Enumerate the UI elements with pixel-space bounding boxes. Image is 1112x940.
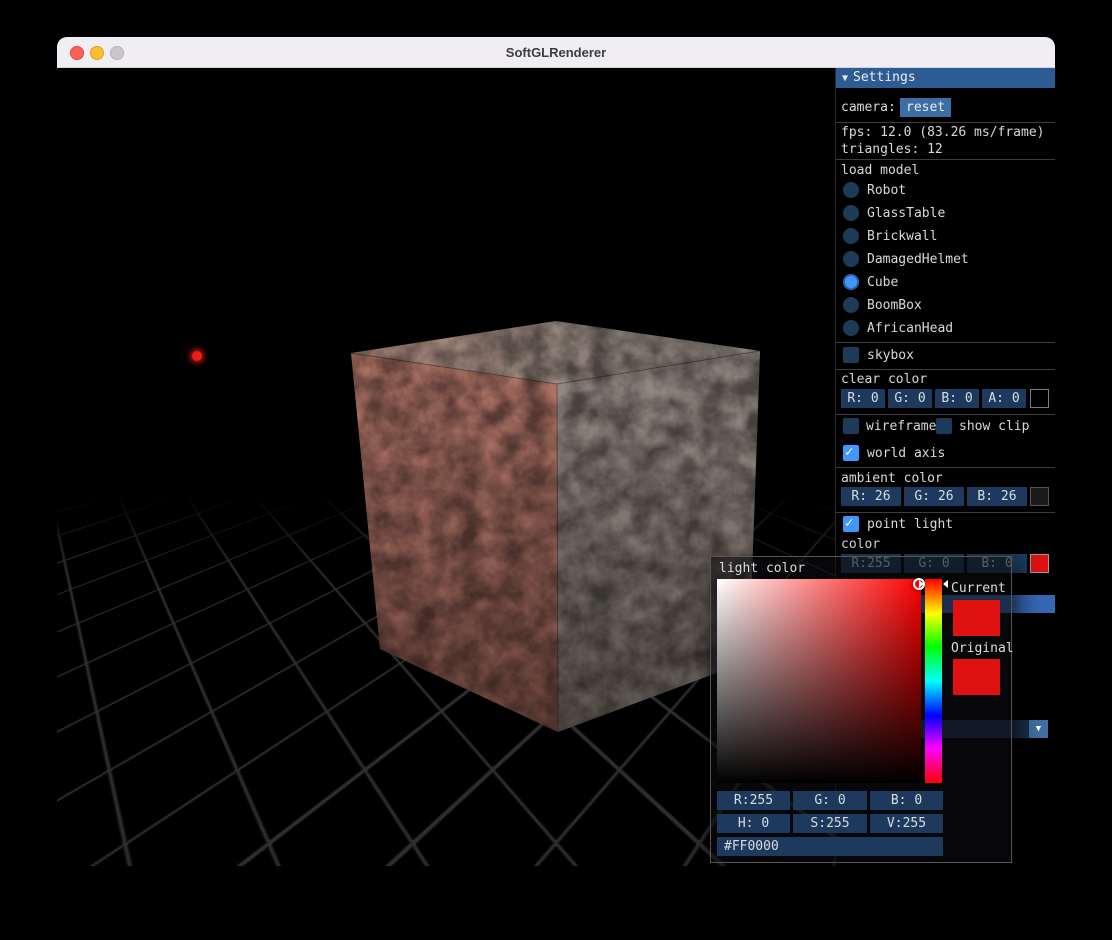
model-label: Robot [867, 182, 907, 198]
camera-reset-button[interactable]: reset [900, 98, 952, 117]
hue-marker-left-icon [919, 580, 924, 588]
separator [836, 512, 1055, 513]
current-color-swatch [953, 600, 1000, 636]
model-option-robot[interactable]: Robot [836, 182, 1055, 198]
separator [836, 467, 1055, 468]
radio-icon[interactable] [843, 320, 859, 336]
separator [836, 342, 1055, 343]
checkbox-icon[interactable] [843, 515, 859, 532]
combo-arrow-icon[interactable]: ▼ [1029, 720, 1048, 738]
radio-icon[interactable] [843, 228, 859, 244]
model-label: AfricanHead [867, 320, 954, 336]
ambient-g-drag[interactable]: G: 26 [904, 487, 964, 506]
skybox-checkbox-row[interactable]: skybox [836, 347, 1055, 363]
settings-header[interactable]: ▼ Settings [836, 68, 1055, 88]
model-label: DamagedHelmet [867, 251, 969, 267]
separator [836, 159, 1055, 160]
close-button[interactable] [70, 46, 84, 60]
minimize-button[interactable] [90, 46, 104, 60]
model-option-damagedhelmet[interactable]: DamagedHelmet [836, 251, 1055, 267]
fps-text: fps: 12.0 (83.26 ms/frame) [841, 125, 1045, 140]
radio-icon[interactable] [843, 297, 859, 313]
ambient-color-label: ambient color [841, 471, 943, 486]
saturation-value-area[interactable] [717, 579, 921, 783]
settings-title: Settings [853, 70, 916, 85]
checkbox-icon[interactable] [936, 418, 952, 434]
ambient-color-row: R: 26 G: 26 B: 26 [836, 487, 1055, 506]
model-label: GlassTable [867, 205, 946, 221]
original-color-swatch[interactable] [953, 659, 1000, 695]
collapse-arrow-icon: ▼ [842, 73, 849, 84]
clear-g-drag[interactable]: G: 0 [888, 389, 932, 408]
light-color-picker-popup: light color Current Original R:255 G: 0 … [710, 556, 1014, 863]
hue-marker-right-icon [943, 580, 948, 588]
picker-h-drag[interactable]: H: 0 [717, 814, 790, 833]
show-clip-label: show clip [959, 419, 1030, 434]
radio-icon[interactable] [843, 205, 859, 221]
separator [836, 122, 1055, 123]
light-color-swatch[interactable] [1030, 554, 1049, 573]
viewport[interactable]: ▼ Settings camera: reset fps: 12.0 (83.26… [57, 68, 1055, 866]
zoom-button[interactable] [110, 46, 124, 60]
skybox-label: skybox [867, 347, 914, 363]
point-light-row[interactable]: point light [836, 515, 1055, 532]
point-light-label: point light [867, 516, 954, 532]
clear-r-drag[interactable]: R: 0 [841, 389, 885, 408]
ambient-r-drag[interactable]: R: 26 [841, 487, 901, 506]
separator [836, 414, 1055, 415]
app-window: SoftGLRenderer ▼ Settings camera: reset … [57, 37, 1055, 866]
wireframe-row: wireframe show clip [836, 418, 1055, 434]
radio-icon[interactable] [843, 274, 859, 290]
checkbox-icon[interactable] [843, 347, 859, 363]
model-option-africanhead[interactable]: AfricanHead [836, 320, 1055, 336]
clear-color-label: clear color [841, 372, 928, 387]
model-option-brickwall[interactable]: Brickwall [836, 228, 1055, 244]
radio-icon[interactable] [843, 182, 859, 198]
load-model-label: load model [841, 163, 920, 178]
window-title: SoftGLRenderer [505, 44, 607, 60]
checkbox-icon[interactable] [843, 418, 859, 434]
current-label: Current [951, 581, 1006, 596]
model-label: Brickwall [867, 228, 938, 244]
radio-icon[interactable] [843, 251, 859, 267]
picker-title: light color [719, 561, 806, 576]
clear-a-drag[interactable]: A: 0 [982, 389, 1026, 408]
picker-b-drag[interactable]: B: 0 [870, 791, 943, 810]
separator [836, 369, 1055, 370]
picker-v-drag[interactable]: V:255 [870, 814, 943, 833]
model-option-cube[interactable]: Cube [836, 274, 1055, 290]
original-label: Original [951, 641, 1014, 656]
light-color-label: color [841, 537, 881, 552]
clear-b-drag[interactable]: B: 0 [935, 389, 979, 408]
hex-input[interactable]: #FF0000 [717, 837, 943, 856]
wireframe-label: wireframe [866, 419, 937, 434]
world-axis-row[interactable]: world axis [836, 444, 1055, 461]
clear-color-row: R: 0 G: 0 B: 0 A: 0 [836, 389, 1055, 408]
camera-label: camera: [841, 100, 896, 115]
picker-s-drag[interactable]: S:255 [793, 814, 867, 833]
world-axis-label: world axis [867, 445, 946, 461]
camera-row: camera: reset [836, 98, 1055, 117]
triangles-text: triangles: 12 [841, 142, 943, 157]
clear-color-swatch[interactable] [1030, 389, 1049, 408]
hue-bar[interactable] [925, 579, 942, 783]
model-label: BoomBox [867, 297, 922, 313]
titlebar[interactable]: SoftGLRenderer [57, 37, 1055, 68]
checkbox-icon[interactable] [843, 444, 859, 461]
picker-r-drag[interactable]: R:255 [717, 791, 790, 810]
picker-g-drag[interactable]: G: 0 [793, 791, 867, 810]
ambient-color-swatch[interactable] [1030, 487, 1049, 506]
model-option-boombox[interactable]: BoomBox [836, 297, 1055, 313]
screen: SoftGLRenderer ▼ Settings camera: reset … [0, 0, 1112, 940]
model-option-glasstable[interactable]: GlassTable [836, 205, 1055, 221]
model-label: Cube [867, 274, 899, 290]
ambient-b-drag[interactable]: B: 26 [967, 487, 1027, 506]
